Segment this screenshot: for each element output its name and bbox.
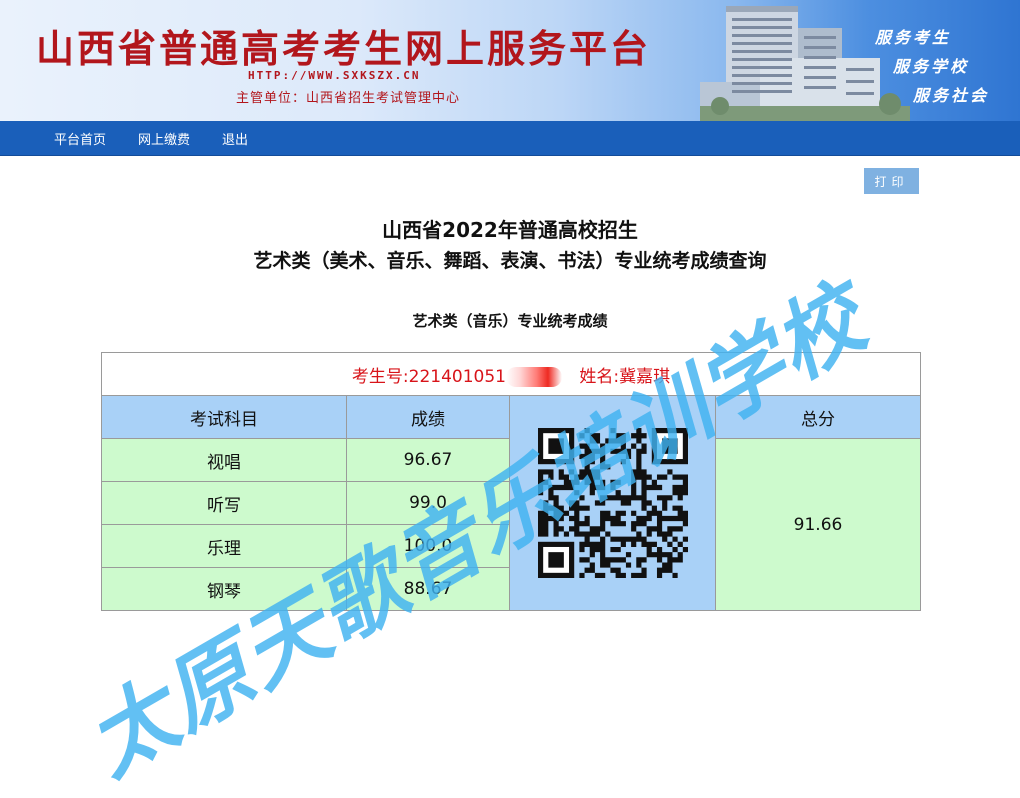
subject-cell: 钢琴 — [101, 567, 347, 611]
section-title: 艺术类（音乐）专业统考成绩 — [412, 312, 608, 330]
subject-cell: 乐理 — [101, 524, 347, 568]
qr-cell — [509, 395, 716, 611]
header-total: 总分 — [714, 395, 922, 439]
print-button[interactable]: 打印 — [864, 168, 919, 194]
subject-cell: 听写 — [101, 481, 347, 525]
header-score: 成绩 — [346, 395, 510, 439]
qr-code — [537, 428, 688, 578]
nav-link-online-payment[interactable]: 网上缴费 — [138, 129, 190, 148]
score-cell: 100.0 — [346, 524, 510, 568]
header-subject: 考试科目 — [101, 395, 347, 439]
candidate-info-row: 考生号:221401051 姓名:冀嘉琪 — [100, 352, 922, 396]
page-subtitle: 艺术类（美术、音乐、舞蹈、表演、书法）专业统考成绩查询 — [253, 250, 767, 272]
nav-link-logout[interactable]: 退出 — [222, 129, 248, 148]
redaction-mark — [505, 366, 562, 387]
name-label: 姓名: — [579, 366, 620, 387]
candidate-name: 冀嘉琪 — [619, 366, 671, 387]
site-banner: 山西省普通高考考生网上服务平台 HTTP://WWW.SXKSZX.CN 主管单… — [0, 0, 1020, 121]
slogan-serve-society: 服务社会 — [913, 86, 990, 105]
page-title: 山西省2022年普通高校招生 — [382, 218, 638, 242]
exam-number: 221401051 — [408, 366, 506, 387]
slogan-serve-students: 服务考生 — [875, 28, 952, 47]
score-cell: 96.67 — [346, 438, 510, 482]
total-score: 91.66 — [714, 438, 922, 611]
candidate-info: 考生号:221401051 姓名:冀嘉琪 — [100, 352, 922, 396]
subject-cell: 视唱 — [101, 438, 347, 482]
main-nav: 平台首页 网上缴费 退出 — [0, 121, 1020, 156]
slogans: 服务考生 服务学校 服务社会 — [0, 0, 1020, 121]
exam-number-label: 考生号: — [351, 366, 409, 387]
score-cell: 99.0 — [346, 481, 510, 525]
score-table: 考生号:221401051 姓名:冀嘉琪 考试科目 成绩 总分 视唱 96.67… — [100, 352, 922, 611]
table-header-row: 考试科目 成绩 总分 — [101, 395, 922, 611]
slogan-serve-schools: 服务学校 — [893, 57, 970, 76]
score-cell: 88.67 — [346, 567, 510, 611]
nav-link-home[interactable]: 平台首页 — [54, 129, 106, 148]
